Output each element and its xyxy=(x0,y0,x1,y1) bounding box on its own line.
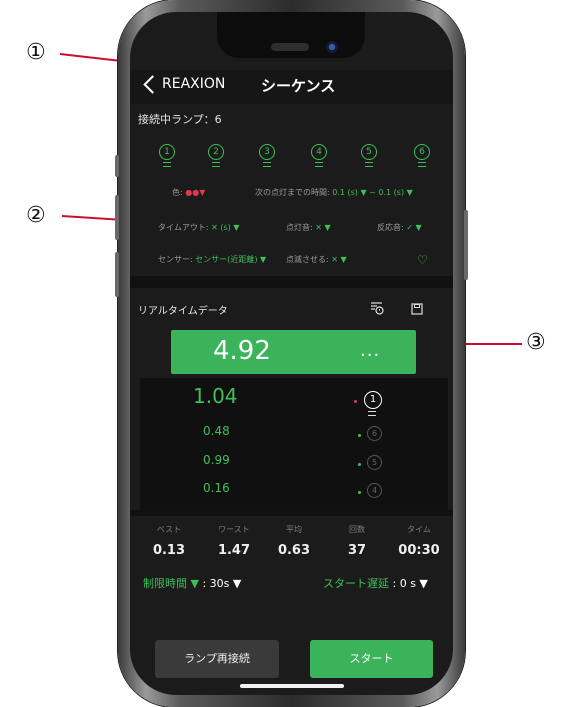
history-value: 0.99 xyxy=(203,453,230,467)
next-light-label: 次の点灯までの時間: xyxy=(255,188,330,197)
lamp-4-icon: 4 xyxy=(367,483,382,498)
blink-value[interactable]: ✕ ▼ xyxy=(331,255,346,264)
lamp-stem xyxy=(315,162,323,167)
lamp-stem xyxy=(418,162,426,167)
heart-icon[interactable]: ♡ xyxy=(417,253,428,267)
home-indicator[interactable] xyxy=(240,684,344,688)
page-title: シーケンス xyxy=(261,77,336,95)
section-divider xyxy=(130,510,453,516)
time-limit-label: 制限時間 ▼ xyxy=(143,577,199,590)
stat-header-count: 回数 xyxy=(349,525,365,534)
section-divider xyxy=(130,276,453,288)
current-time-value: 4.92 xyxy=(213,336,271,366)
lamp-3-icon[interactable]: 3 xyxy=(259,144,275,160)
lamp-6-icon: 6 xyxy=(367,426,382,441)
response-sound-setting[interactable]: 反応音: ✓ ▼ xyxy=(377,222,422,233)
sensor-setting[interactable]: センサー: センサー(近距離) ▼ xyxy=(158,254,266,265)
blink-setting[interactable]: 点滅させる: ✕ ▼ xyxy=(286,254,347,265)
save-icon[interactable] xyxy=(411,300,423,315)
lamp-2-icon[interactable]: 2 xyxy=(208,144,224,160)
time-limit-setting[interactable]: 制限時間 ▼ : 30s ▼ xyxy=(143,575,241,591)
next-light-value[interactable]: 0.1 (s) ▼ ~ 0.1 (s) ▼ xyxy=(332,188,413,197)
history-panel xyxy=(140,378,448,510)
history-icon[interactable] xyxy=(370,300,384,315)
callout-2: ② xyxy=(26,203,46,228)
side-button xyxy=(115,155,119,177)
start-button[interactable]: スタート xyxy=(310,640,433,678)
lamp-6-icon[interactable]: 6 xyxy=(414,144,430,160)
speaker xyxy=(271,43,309,51)
stat-count: 37 xyxy=(347,543,367,558)
history-value-latest: 1.04 xyxy=(193,384,238,408)
current-time-dots: ... xyxy=(360,340,381,361)
light-sound-value[interactable]: ✕ ▼ xyxy=(315,223,330,232)
lamp-stem xyxy=(365,162,373,167)
timeout-label: タイムアウト: xyxy=(158,223,209,232)
callout-1: ① xyxy=(26,40,46,65)
notch xyxy=(217,12,365,58)
stat-average: 0.63 xyxy=(277,543,311,558)
timeout-setting[interactable]: タイムアウト: ✕ (s) ▼ xyxy=(158,222,239,233)
start-delay-setting[interactable]: スタート遅延 : 0 s ▼ xyxy=(323,575,428,591)
stat-best: 0.13 xyxy=(152,543,186,558)
history-value: 0.48 xyxy=(203,424,230,438)
time-limit-value[interactable]: : 30s ▼ xyxy=(202,577,241,590)
sensor-value[interactable]: センサー(近距離) ▼ xyxy=(195,255,266,264)
side-button xyxy=(464,210,468,280)
color-setting[interactable]: 色: ●●▼ xyxy=(172,187,205,198)
lamp-stem xyxy=(163,162,171,167)
side-button xyxy=(115,252,119,297)
active-lamp-icon: 1 xyxy=(364,391,382,409)
response-sound-value[interactable]: ✓ ▼ xyxy=(406,223,421,232)
stat-header-worst: ワースト xyxy=(218,525,250,534)
light-sound-label: 点灯音: xyxy=(286,223,313,232)
stat-time: 00:30 xyxy=(398,543,440,558)
callout-3: ③ xyxy=(526,330,546,355)
lamp-5-icon[interactable]: 5 xyxy=(361,144,377,160)
timeout-value[interactable]: ✕ (s) ▼ xyxy=(211,223,239,232)
green-dot-icon xyxy=(358,491,361,494)
lamp-stem xyxy=(368,411,376,416)
stat-header-best: ベスト xyxy=(156,525,182,534)
stat-header-average: 平均 xyxy=(286,525,302,534)
lamp-stem xyxy=(263,162,271,167)
sensor-label: センサー: xyxy=(158,255,193,264)
response-sound-label: 反応音: xyxy=(377,223,404,232)
green-dot-icon xyxy=(358,434,361,437)
lamp-4-icon[interactable]: 4 xyxy=(311,144,327,160)
back-button[interactable]: REAXION xyxy=(162,76,225,92)
side-button xyxy=(115,195,119,240)
light-sound-setting[interactable]: 点灯音: ✕ ▼ xyxy=(286,222,331,233)
stat-worst: 1.47 xyxy=(217,543,251,558)
blink-label: 点滅させる: xyxy=(286,255,329,264)
next-light-setting[interactable]: 次の点灯までの時間: 0.1 (s) ▼ ~ 0.1 (s) ▼ xyxy=(255,187,413,198)
stat-header-time: タイム xyxy=(407,525,431,534)
color-value[interactable]: ●●▼ xyxy=(185,188,205,197)
color-label: 色: xyxy=(172,188,183,197)
lamp-reconnect-button[interactable]: ランプ再接続 xyxy=(155,640,279,678)
lamp-1-icon[interactable]: 1 xyxy=(159,144,175,160)
start-delay-label: スタート遅延 xyxy=(323,577,389,590)
history-value: 0.16 xyxy=(203,481,230,495)
connected-lamps-label: 接続中ランプ：6 xyxy=(138,113,222,126)
red-dot-icon xyxy=(354,400,357,403)
green-dot-icon xyxy=(358,463,361,466)
camera xyxy=(326,41,338,53)
start-delay-value[interactable]: : 0 s ▼ xyxy=(393,577,428,590)
lamp-stem xyxy=(212,162,220,167)
realtime-label: リアルタイムデータ xyxy=(138,306,228,317)
lamp-5-icon: 5 xyxy=(367,455,382,470)
